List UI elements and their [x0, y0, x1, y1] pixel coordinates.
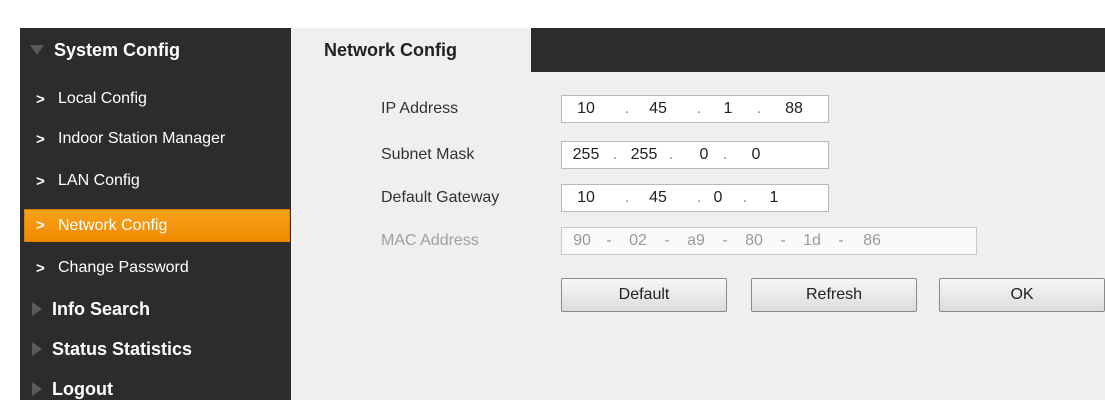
tab-network-config[interactable]: Network Config [291, 28, 531, 72]
separator: . [722, 146, 728, 163]
ip-octet-2[interactable]: 45 [638, 100, 678, 118]
separator: . [624, 100, 630, 117]
separator: - [780, 232, 786, 249]
gateway-octet-3[interactable]: 0 [698, 189, 738, 207]
separator: - [722, 232, 728, 249]
separator: . [624, 189, 630, 206]
separator: - [606, 232, 612, 249]
triangle-right-icon [32, 382, 42, 396]
sidebar-item-label: Local Config [58, 90, 147, 107]
sidebar-section-info-search[interactable]: Info Search [20, 290, 290, 328]
ip-address-row: IP Address 10 . 45 . 1 . 88 [291, 94, 1105, 124]
separator: . [756, 100, 762, 117]
separator: . [612, 146, 618, 163]
mac-address-row: MAC Address 90 - 02 - a9 - 80 - 1d - 86 [291, 226, 1105, 256]
sidebar-section-label: Logout [52, 378, 113, 399]
mac-address-field: 90 - 02 - a9 - 80 - 1d - 86 [561, 227, 977, 255]
triangle-right-icon [32, 342, 42, 356]
app-frame: System Config > Local Config > Indoor St… [20, 28, 1105, 400]
mask-octet-3[interactable]: 0 [684, 146, 724, 164]
ip-address-field[interactable]: 10 . 45 . 1 . 88 [561, 95, 829, 123]
mac-octet-2: 02 [629, 232, 647, 249]
chevron-right-icon: > [36, 217, 45, 234]
sidebar-section-label: Info Search [52, 298, 151, 319]
chevron-right-icon: > [36, 90, 45, 108]
separator: - [664, 232, 670, 249]
default-gateway-row: Default Gateway 10 . 45 . 0 . 1 [291, 183, 1105, 213]
sidebar-item-change-password[interactable]: > Change Password [20, 253, 290, 283]
ip-octet-3[interactable]: 1 [708, 100, 748, 118]
separator: . [696, 100, 702, 117]
mac-octet-4: 80 [745, 232, 763, 249]
mac-octet-3: a9 [687, 232, 705, 249]
triangle-down-icon [30, 45, 44, 55]
tab-bar: Network Config [291, 28, 1105, 72]
mac-address-label: MAC Address [381, 232, 479, 249]
ip-octet-1[interactable]: 10 [566, 100, 606, 118]
sidebar-item-label: LAN Config [58, 172, 140, 189]
sidebar-item-network-config[interactable]: > Network Config [24, 209, 290, 242]
ip-address-label: IP Address [381, 100, 459, 117]
mac-octet-5: 1d [803, 232, 821, 249]
default-gateway-label: Default Gateway [381, 189, 500, 206]
sidebar-section-label: Status Statistics [52, 338, 193, 359]
default-gateway-field[interactable]: 10 . 45 . 0 . 1 [561, 184, 829, 212]
sidebar-item-indoor-station-manager[interactable]: > Indoor Station Manager [20, 124, 290, 154]
default-button[interactable]: Default [561, 278, 727, 312]
tab-label: Network Config [324, 39, 457, 60]
sidebar-item-label: Indoor Station Manager [58, 130, 226, 147]
gateway-octet-1[interactable]: 10 [566, 189, 606, 207]
triangle-right-icon [32, 302, 42, 316]
separator: . [742, 189, 748, 206]
main-content: Network Config IP Address 10 . 45 . 1 . … [291, 28, 1105, 400]
gateway-octet-2[interactable]: 45 [638, 189, 678, 207]
sidebar-section-label: System Config [54, 39, 181, 60]
sidebar-item-label: Network Config [58, 216, 168, 234]
subnet-mask-label: Subnet Mask [381, 146, 475, 163]
mac-octet-1: 90 [573, 232, 591, 249]
sidebar-section-logout[interactable]: Logout [20, 370, 290, 408]
chevron-right-icon: > [36, 259, 45, 277]
sidebar-item-lan-config[interactable]: > LAN Config [20, 166, 290, 196]
gateway-octet-4[interactable]: 1 [754, 189, 794, 207]
refresh-button[interactable]: Refresh [751, 278, 917, 312]
subnet-mask-field[interactable]: 255 . 255 . 0 . 0 [561, 141, 829, 169]
sidebar-section-system-config[interactable]: System Config [20, 31, 290, 69]
sidebar-item-local-config[interactable]: > Local Config [20, 84, 290, 114]
chevron-right-icon: > [36, 130, 45, 148]
subnet-mask-row: Subnet Mask 255 . 255 . 0 . 0 [291, 140, 1105, 170]
sidebar-item-label: Change Password [58, 259, 189, 276]
mask-octet-2[interactable]: 255 [624, 146, 664, 164]
chevron-right-icon: > [36, 172, 45, 190]
mask-octet-4[interactable]: 0 [736, 146, 776, 164]
sidebar: System Config > Local Config > Indoor St… [20, 28, 290, 400]
separator: . [668, 146, 674, 163]
ip-octet-4[interactable]: 88 [774, 100, 814, 118]
ok-button[interactable]: OK [939, 278, 1105, 312]
sidebar-section-status-statistics[interactable]: Status Statistics [20, 330, 290, 368]
separator: - [838, 232, 844, 249]
mac-octet-6: 86 [863, 232, 881, 249]
mask-octet-1[interactable]: 255 [566, 146, 606, 164]
